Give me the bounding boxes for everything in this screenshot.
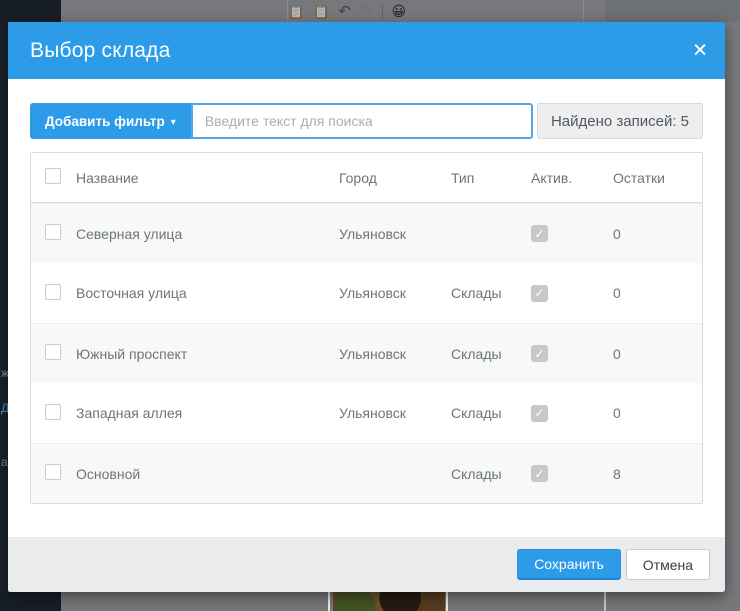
background-sidebar-sliver: ж Ди ал [0, 22, 8, 592]
cell-name: Западная аллея [76, 405, 339, 421]
cell-city: Ульяновск [339, 346, 451, 362]
sidebar-bottom-sliver [0, 592, 61, 611]
row-checkbox-cell [31, 464, 76, 483]
cell-stock: 0 [613, 285, 702, 301]
cell-city: Ульяновск [339, 405, 451, 421]
add-filter-label: Добавить фильтр [45, 114, 165, 129]
table-cell-border [446, 592, 448, 611]
cell-stock: 8 [613, 466, 702, 482]
undo-icon: ↶ [338, 4, 351, 19]
cell-stock: 0 [613, 405, 702, 421]
table-row[interactable]: Северная улицаУльяновск ✓ 0 [31, 203, 702, 263]
row-checkbox[interactable] [45, 464, 61, 480]
cell-active: ✓ [531, 284, 613, 302]
cell-name: Северная улица [76, 226, 339, 242]
cell-active: ✓ [531, 345, 613, 363]
cell-active: ✓ [531, 404, 613, 422]
background-page-area [605, 0, 740, 22]
add-filter-button[interactable]: Добавить фильтр ▾ [30, 103, 191, 139]
modal-body: Добавить фильтр ▾ Найдено записей: 5 Наз… [8, 79, 725, 504]
row-checkbox-cell [31, 404, 76, 423]
cell-type: Склады [451, 285, 531, 301]
cell-active: ✓ [531, 465, 613, 483]
screen: 📋 📋 ↶ ↷ 😀 ж Ди ал Выбор склада ✕ Добав [0, 0, 740, 611]
cell-city: Ульяновск [339, 226, 451, 242]
table-body: Северная улицаУльяновск✓0Восточная улица… [31, 203, 702, 503]
toolbar-separator [382, 3, 383, 19]
emoji-icon: 😀 [392, 4, 407, 18]
table-header-row: Название Город Тип Актив. Остатки [31, 153, 702, 203]
modal-title: Выбор склада [30, 39, 171, 63]
cell-city: Ульяновск [339, 285, 451, 301]
save-button[interactable]: Сохранить [517, 549, 621, 580]
cell-name: Южный проспект [76, 346, 339, 362]
row-checkbox-cell [31, 284, 76, 303]
column-header-name: Название [76, 170, 339, 186]
select-all-checkbox[interactable] [45, 168, 61, 184]
product-photo [333, 592, 445, 611]
search-input[interactable] [191, 103, 533, 139]
cell-stock: 0 [613, 346, 702, 362]
row-checkbox-cell [31, 344, 76, 363]
background-bottom-strip [0, 592, 740, 611]
cell-stock: 0 [613, 226, 702, 242]
active-checkbox: ✓ [531, 285, 548, 302]
column-header-type: Тип [451, 170, 531, 186]
close-icon[interactable]: ✕ [692, 41, 708, 60]
cell-name: Основной [76, 466, 339, 482]
sidebar-top-sliver [0, 0, 61, 22]
paste-word-icon: 📋 [313, 5, 329, 18]
sidebar-item-fragment: ж [1, 366, 8, 380]
table-cell-border [604, 592, 606, 611]
cell-type: Склады [451, 346, 531, 362]
warehouse-select-modal: Выбор склада ✕ Добавить фильтр ▾ Найдено… [8, 22, 725, 592]
row-checkbox[interactable] [45, 344, 61, 360]
cell-name: Восточная улица [76, 285, 339, 301]
active-checkbox: ✓ [531, 465, 548, 482]
table-row[interactable]: Восточная улицаУльяновскСклады✓ 0 [31, 263, 702, 323]
cell-type: Склады [451, 405, 531, 421]
cell-active: ✓ [531, 225, 613, 243]
background-toolbar-strip: 📋 📋 ↶ ↷ 😀 [0, 0, 740, 22]
paste-icon: 📋 [288, 5, 304, 18]
cell-type: Склады [451, 466, 531, 482]
column-header-stock: Остатки [613, 170, 702, 186]
table-row[interactable]: Южный проспектУльяновскСклады✓ 0 [31, 323, 702, 383]
column-header-city: Город [339, 170, 451, 186]
active-checkbox: ✓ [531, 225, 548, 242]
sidebar-item-fragment: ал [1, 455, 8, 469]
toolbar-separator [583, 0, 584, 22]
records-found-badge: Найдено записей: 5 [537, 103, 703, 139]
sidebar-item-fragment: Ди [1, 401, 8, 415]
filter-row: Добавить фильтр ▾ Найдено записей: 5 [30, 103, 703, 139]
warehouse-table: Название Город Тип Актив. Остатки Северн… [30, 152, 703, 504]
cancel-button[interactable]: Отмена [626, 549, 710, 580]
table-cell-border [328, 592, 330, 611]
editor-toolbar: 📋 📋 ↶ ↷ 😀 [288, 0, 406, 22]
active-checkbox: ✓ [531, 405, 548, 422]
table-row[interactable]: Западная аллеяУльяновскСклады✓ 0 [31, 383, 702, 443]
active-checkbox: ✓ [531, 345, 548, 362]
modal-header: Выбор склада ✕ [8, 22, 725, 79]
column-header-active: Актив. [531, 170, 613, 186]
row-checkbox[interactable] [45, 404, 61, 420]
row-checkbox-cell [31, 224, 76, 243]
modal-footer: Сохранить Отмена [8, 537, 725, 592]
redo-icon: ↷ [360, 4, 373, 19]
row-checkbox[interactable] [45, 284, 61, 300]
table-row[interactable]: Основной Склады✓ 8 [31, 443, 702, 503]
row-checkbox[interactable] [45, 224, 61, 240]
chevron-down-icon: ▾ [171, 117, 176, 128]
